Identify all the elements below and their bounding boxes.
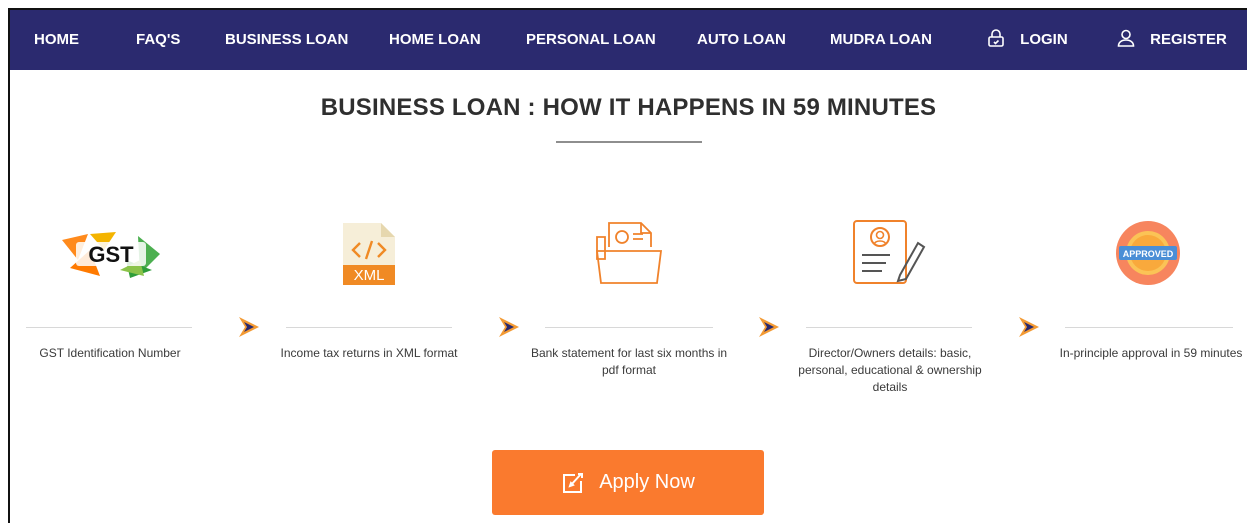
page-title: BUSINESS LOAN : HOW IT HAPPENS IN 59 MIN… bbox=[320, 94, 937, 121]
chevron-right-icon bbox=[499, 317, 519, 337]
bank-statement-folder-icon bbox=[595, 222, 663, 284]
top-navbar: HOME FAQ'S BUSINESS LOAN HOME LOAN PERSO… bbox=[10, 10, 1247, 70]
login-label: LOGIN bbox=[1020, 31, 1068, 48]
nav-home[interactable]: HOME bbox=[34, 10, 79, 70]
step-text-gst: GST Identification Number bbox=[39, 346, 181, 360]
step-text-director-details: Director/Owners details: basic, personal… bbox=[798, 346, 982, 394]
chevron-right-icon bbox=[759, 317, 779, 337]
nav-faqs[interactable]: FAQ'S bbox=[136, 10, 180, 70]
approved-text: APPROVED bbox=[1123, 249, 1174, 259]
nav-auto-loan[interactable]: AUTO LOAN bbox=[697, 10, 786, 70]
director-profile-document-icon bbox=[853, 220, 926, 284]
chevron-right-icon bbox=[1019, 317, 1039, 337]
page-frame: HOME FAQ'S BUSINESS LOAN HOME LOAN PERSO… bbox=[8, 8, 1247, 523]
apply-now-button[interactable]: Apply Now bbox=[492, 450, 764, 515]
xml-file-icon: XML bbox=[343, 223, 395, 285]
step-line-1 bbox=[26, 327, 192, 328]
step-line-2 bbox=[286, 327, 452, 328]
approved-badge-icon: APPROVED bbox=[1116, 221, 1180, 285]
edit-icon bbox=[563, 472, 584, 493]
step-line-4 bbox=[806, 327, 972, 328]
step-line-5 bbox=[1065, 327, 1233, 328]
nav-login[interactable]: LOGIN bbox=[986, 10, 1068, 70]
gst-logo-text: GST bbox=[88, 242, 134, 267]
step-text-approval: In-principle approval in 59 minutes bbox=[1059, 346, 1243, 360]
step-line-3 bbox=[545, 327, 713, 328]
title-divider bbox=[556, 141, 702, 143]
register-label: REGISTER bbox=[1150, 31, 1227, 48]
apply-now-label: Apply Now bbox=[599, 471, 695, 493]
lock-icon bbox=[988, 29, 1004, 47]
nav-business-loan[interactable]: BUSINESS LOAN bbox=[225, 10, 348, 70]
chevron-right-icon bbox=[239, 317, 259, 337]
nav-mudra-loan[interactable]: MUDRA LOAN bbox=[830, 10, 932, 70]
nav-personal-loan[interactable]: PERSONAL LOAN bbox=[526, 10, 656, 70]
user-icon bbox=[1117, 29, 1135, 47]
xml-label: XML bbox=[354, 267, 385, 284]
nav-home-loan[interactable]: HOME LOAN bbox=[389, 10, 481, 70]
step-text-bank-statement: Bank statement for last six months in pd… bbox=[530, 346, 728, 377]
step-text-itr: Income tax returns in XML format bbox=[280, 346, 458, 360]
gst-logo: GST bbox=[62, 232, 160, 278]
nav-register[interactable]: REGISTER bbox=[1116, 10, 1227, 70]
